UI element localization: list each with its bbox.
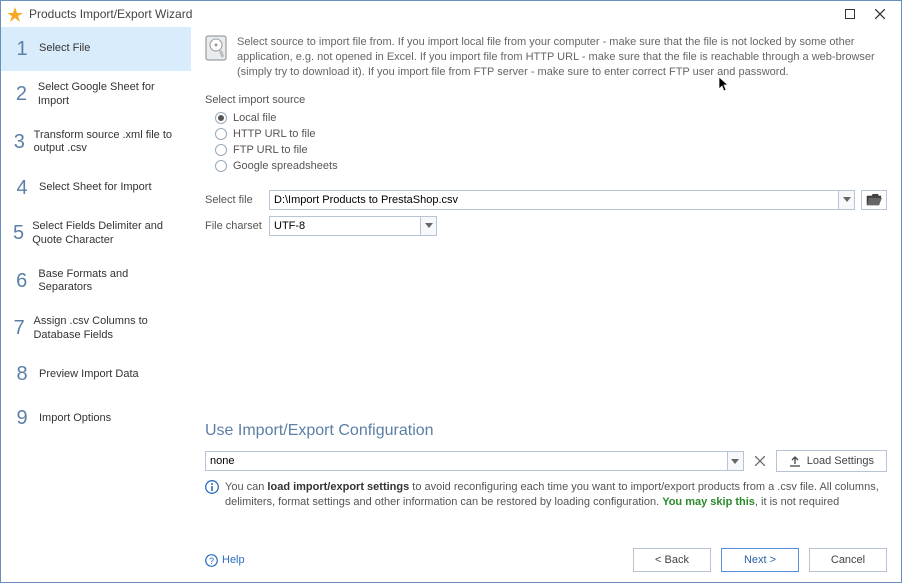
- charset-dropdown-button[interactable]: [421, 216, 437, 236]
- info-text: Select source to import file from. If yo…: [237, 35, 887, 80]
- svg-text:?: ?: [209, 556, 214, 566]
- config-input[interactable]: [205, 451, 728, 471]
- step-import-options[interactable]: 9 Import Options: [1, 397, 191, 441]
- charset-input[interactable]: [269, 216, 421, 236]
- hdd-icon: [205, 35, 227, 80]
- step-assign-columns[interactable]: 7 Assign .csv Columns to Database Fields: [1, 305, 191, 353]
- window-title: Products Import/Export Wizard: [29, 7, 192, 21]
- config-header: Use Import/Export Configuration: [205, 422, 887, 440]
- help-link[interactable]: ? Help: [205, 554, 245, 567]
- cancel-button[interactable]: Cancel: [809, 548, 887, 572]
- radio-http-url[interactable]: HTTP URL to file: [215, 128, 887, 140]
- main-panel: Select source to import file from. If yo…: [191, 27, 901, 582]
- step-base-formats[interactable]: 6 Base Formats and Separators: [1, 258, 191, 306]
- titlebar: Products Import/Export Wizard: [1, 1, 901, 27]
- file-label: Select file: [205, 194, 263, 206]
- next-button[interactable]: Next >: [721, 548, 799, 572]
- footer: ? Help < Back Next > Cancel: [205, 540, 887, 572]
- cursor-icon: [719, 77, 731, 93]
- help-icon: ?: [205, 554, 218, 567]
- step-transform-source[interactable]: 3 Transform source .xml file to output .…: [1, 119, 191, 167]
- file-dropdown-button[interactable]: [839, 190, 855, 210]
- step-preview-data[interactable]: 8 Preview Import Data: [1, 353, 191, 397]
- radio-icon: [215, 128, 227, 140]
- file-input[interactable]: [269, 190, 839, 210]
- clear-config-button[interactable]: [750, 451, 770, 471]
- radio-ftp-url[interactable]: FTP URL to file: [215, 144, 887, 156]
- steps-sidebar: 1 Select File 2 Select Google Sheet for …: [1, 27, 191, 582]
- info-icon: [205, 480, 219, 510]
- radio-local-file[interactable]: Local file: [215, 112, 887, 124]
- maximize-button[interactable]: [835, 4, 865, 24]
- radio-google-spreadsheets[interactable]: Google spreadsheets: [215, 160, 887, 172]
- config-tip: You can load import/export settings to a…: [205, 480, 887, 510]
- back-button[interactable]: < Back: [633, 548, 711, 572]
- charset-label: File charset: [205, 220, 263, 232]
- wizard-window: Products Import/Export Wizard 1 Select F…: [0, 0, 902, 583]
- source-label: Select import source: [205, 94, 887, 106]
- step-select-delimiter[interactable]: 5 Select Fields Delimiter and Quote Char…: [1, 210, 191, 258]
- step-select-google-sheet[interactable]: 2 Select Google Sheet for Import: [1, 71, 191, 119]
- browse-button[interactable]: [861, 190, 887, 210]
- source-radio-group: Local file HTTP URL to file FTP URL to f…: [215, 112, 887, 176]
- step-select-sheet[interactable]: 4 Select Sheet for Import: [1, 166, 191, 210]
- radio-icon: [215, 112, 227, 124]
- radio-icon: [215, 144, 227, 156]
- step-select-file[interactable]: 1 Select File: [1, 27, 191, 71]
- upload-icon: [789, 455, 801, 467]
- radio-icon: [215, 160, 227, 172]
- load-settings-button[interactable]: Load Settings: [776, 450, 887, 472]
- config-dropdown-button[interactable]: [728, 451, 744, 471]
- close-button[interactable]: [865, 4, 895, 24]
- app-icon: [7, 6, 23, 22]
